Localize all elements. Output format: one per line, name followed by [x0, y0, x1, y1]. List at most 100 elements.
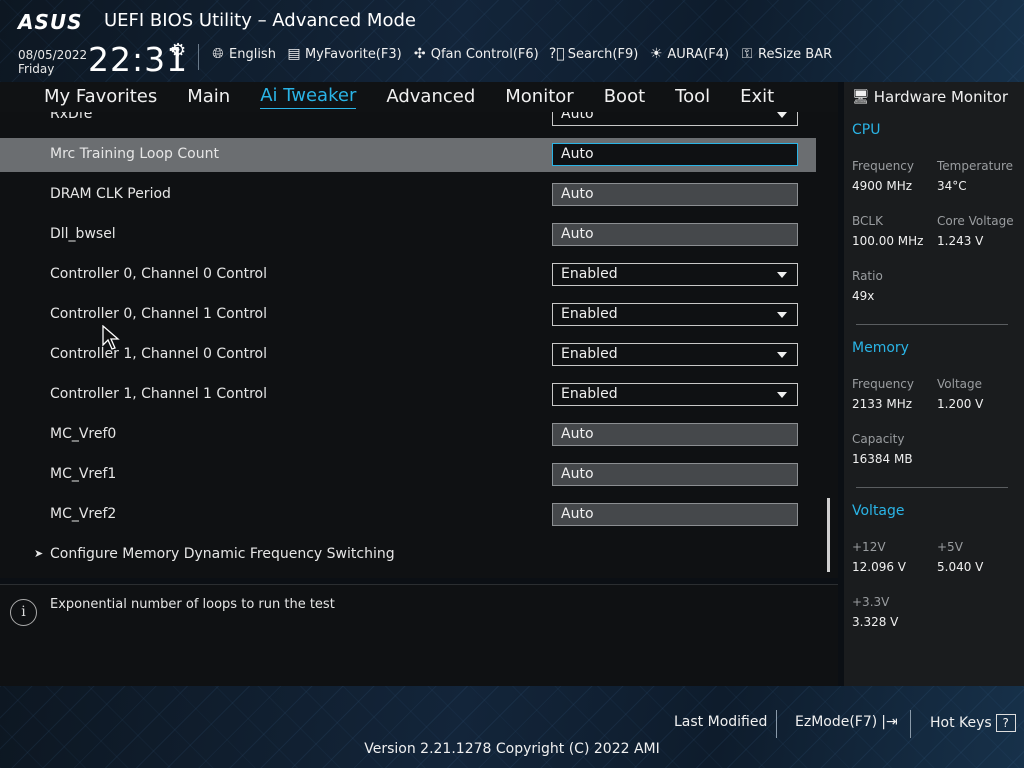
- bclk-label: BCLK: [852, 214, 883, 228]
- memory-voltage-value: 1.200 V: [937, 397, 984, 411]
- setting-value-dropdown[interactable]: Auto: [552, 112, 798, 126]
- setting-label: Controller 1, Channel 1 Control: [50, 386, 268, 402]
- setting-value-field[interactable]: Auto: [552, 423, 798, 446]
- setting-value-field[interactable]: Auto: [552, 223, 798, 246]
- v12-label: +12V: [852, 540, 886, 554]
- resize-bar-icon: ⚿: [741, 46, 753, 62]
- aura-icon: ☀: [650, 46, 663, 62]
- language-button[interactable]: 🌐︎ English: [210, 46, 276, 62]
- globe-icon: 🌐︎: [212, 46, 224, 62]
- scrollbar-thumb[interactable]: [827, 498, 830, 572]
- setting-row-dram-clk-period[interactable]: DRAM CLK Period Auto: [0, 178, 816, 212]
- setting-row-controller0-channel1[interactable]: Controller 0, Channel 1 Control Enabled: [0, 298, 816, 332]
- app-title: UEFI BIOS Utility – Advanced Mode: [104, 10, 416, 31]
- tab-exit[interactable]: Exit: [740, 86, 774, 109]
- favorite-icon: ▤: [287, 46, 301, 62]
- main-menu: My Favorites Main Ai Tweaker Advanced Mo…: [0, 82, 838, 112]
- tab-monitor[interactable]: Monitor: [505, 86, 573, 109]
- bclk-value: 100.00 MHz: [852, 234, 924, 248]
- chevron-down-icon: [777, 112, 787, 118]
- qfan-control-button[interactable]: ✣ Qfan Control(F6): [412, 46, 539, 62]
- setting-row-controller1-channel1[interactable]: Controller 1, Channel 1 Control Enabled: [0, 378, 816, 412]
- setting-value-text: Enabled: [561, 266, 618, 282]
- setting-value-dropdown[interactable]: Enabled: [552, 343, 798, 366]
- last-modified-button[interactable]: Last Modified: [674, 714, 767, 730]
- hardware-monitor-panel: 🖥︎ Hardware Monitor CPU Frequency 4900 M…: [844, 82, 1024, 686]
- setting-value-field[interactable]: Auto: [552, 503, 798, 526]
- mouse-cursor-icon: [102, 325, 120, 350]
- monitor-icon: 🖥︎: [852, 89, 870, 105]
- chevron-down-icon: [777, 312, 787, 318]
- setting-row-dll-bwsel[interactable]: Dll_bwsel Auto: [0, 218, 816, 252]
- myfavorite-label: MyFavorite(F3): [304, 46, 402, 62]
- ratio-label: Ratio: [852, 269, 883, 283]
- footer-divider: [776, 710, 777, 738]
- setting-value-field[interactable]: Auto: [552, 143, 798, 166]
- help-key-icon: ?: [995, 714, 1016, 732]
- tab-advanced[interactable]: Advanced: [386, 86, 475, 109]
- cpu-frequency-value: 4900 MHz: [852, 179, 913, 193]
- tab-tool[interactable]: Tool: [675, 86, 710, 109]
- setting-value-dropdown[interactable]: Enabled: [552, 263, 798, 286]
- chevron-down-icon: [777, 352, 787, 358]
- tab-my-favorites[interactable]: My Favorites: [44, 86, 157, 109]
- aura-button[interactable]: ☀ AURA(F4): [648, 46, 729, 62]
- setting-value-field[interactable]: Auto: [552, 463, 798, 486]
- ratio-value: 49x: [852, 289, 875, 303]
- toolbar-divider: [198, 44, 199, 70]
- day-text: Friday: [18, 62, 55, 76]
- setting-value-field[interactable]: Auto: [552, 183, 798, 206]
- hotkeys-button[interactable]: Hot Keys ?: [930, 714, 1016, 732]
- setting-row-controller1-channel0[interactable]: Controller 1, Channel 0 Control Enabled: [0, 338, 816, 372]
- submenu-label: Configure Memory Dynamic Frequency Switc…: [50, 546, 395, 562]
- resize-bar-button[interactable]: ⚿ ReSize BAR: [739, 46, 832, 62]
- memory-voltage-label: Voltage: [937, 377, 983, 391]
- cpu-heading: CPU: [852, 122, 881, 138]
- v5-label: +5V: [937, 540, 963, 554]
- cpu-frequency-label: Frequency: [852, 159, 914, 173]
- v33-value: 3.328 V: [852, 615, 899, 629]
- cpu-temperature-value: 34°C: [937, 179, 967, 193]
- setting-value-dropdown[interactable]: Enabled: [552, 383, 798, 406]
- ezmode-button[interactable]: EzMode(F7) |⇥: [795, 714, 898, 730]
- capacity-value: 16384 MB: [852, 452, 913, 466]
- toolbar: 🌐︎ English ▤ MyFavorite(F3) ✣ Qfan Contr…: [210, 46, 832, 62]
- voltage-heading: Voltage: [852, 503, 905, 519]
- qfan-label: Qfan Control(F6): [430, 46, 539, 62]
- setting-label: DRAM CLK Period: [50, 186, 171, 202]
- tab-boot[interactable]: Boot: [604, 86, 645, 109]
- setting-value-text: Enabled: [561, 386, 618, 402]
- setting-label: MC_Vref2: [50, 506, 117, 522]
- submenu-arrow-icon: ➤: [34, 547, 44, 560]
- v12-value: 12.096 V: [852, 560, 907, 574]
- submenu-memory-dfs[interactable]: ➤ Configure Memory Dynamic Frequency Swi…: [0, 538, 816, 572]
- bottom-bar: Last Modified EzMode(F7) |⇥ Hot Keys ? V…: [0, 686, 1024, 768]
- setting-label: Dll_bwsel: [50, 226, 116, 242]
- setting-value-dropdown[interactable]: Enabled: [552, 303, 798, 326]
- tab-main[interactable]: Main: [187, 86, 230, 109]
- setting-row-mrc-training-loop-count[interactable]: Mrc Training Loop Count Auto: [0, 138, 816, 172]
- section-divider: [856, 487, 1008, 488]
- setting-row-mc-vref2[interactable]: MC_Vref2 Auto: [0, 498, 816, 532]
- fan-icon: ✣: [413, 46, 426, 62]
- v33-label: +3.3V: [852, 595, 890, 609]
- date-display: 08/05/2022 Friday: [18, 48, 87, 76]
- footer-divider: [910, 710, 911, 738]
- core-voltage-label: Core Voltage: [937, 214, 1014, 228]
- gear-icon[interactable]: ⚙: [170, 40, 186, 61]
- setting-label: Controller 1, Channel 0 Control: [50, 346, 268, 362]
- setting-row-rxdfe[interactable]: RxDfe Auto: [0, 112, 816, 132]
- memory-frequency-value: 2133 MHz: [852, 397, 913, 411]
- search-button[interactable]: ?⃞ Search(F9): [549, 46, 639, 62]
- search-label: Search(F9): [567, 46, 639, 62]
- myfavorite-button[interactable]: ▤ MyFavorite(F3): [286, 46, 402, 62]
- setting-row-mc-vref0[interactable]: MC_Vref0 Auto: [0, 418, 816, 452]
- help-text: Exponential number of loops to run the t…: [50, 597, 335, 612]
- setting-row-mc-vref1[interactable]: MC_Vref1 Auto: [0, 458, 816, 492]
- setting-label: Controller 0, Channel 1 Control: [50, 306, 268, 322]
- v5-value: 5.040 V: [937, 560, 984, 574]
- version-text: Version 2.21.1278 Copyright (C) 2022 AMI: [364, 741, 660, 757]
- setting-value-text: Auto: [561, 112, 594, 122]
- setting-row-controller0-channel0[interactable]: Controller 0, Channel 0 Control Enabled: [0, 258, 816, 292]
- tab-ai-tweaker[interactable]: Ai Tweaker: [260, 85, 357, 109]
